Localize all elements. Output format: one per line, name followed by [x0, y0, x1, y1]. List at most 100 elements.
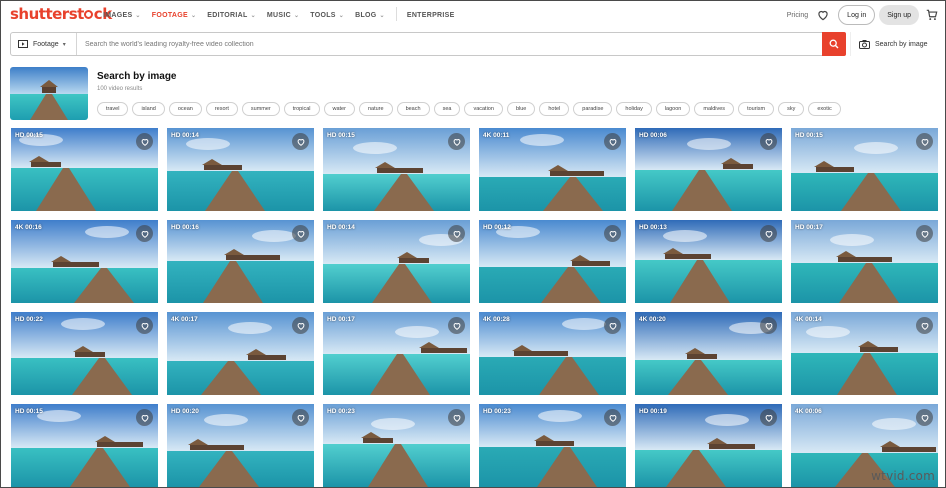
favorite-heart-icon[interactable]	[604, 133, 621, 150]
favorite-heart-icon[interactable]	[760, 317, 777, 334]
tag-island[interactable]: island	[132, 102, 165, 116]
favorites-heart-icon[interactable]	[816, 8, 830, 22]
favorite-heart-icon[interactable]	[448, 317, 465, 334]
search-input[interactable]	[77, 33, 822, 55]
nav-music[interactable]: MUSIC ⌄	[267, 10, 299, 21]
favorite-heart-icon[interactable]	[916, 133, 933, 150]
video-tile[interactable]: HD 00:16	[167, 220, 314, 303]
chevron-down-icon: ⌄	[135, 13, 141, 19]
nav-label: MUSIC	[266, 12, 291, 19]
tag-nature[interactable]: nature	[358, 102, 393, 116]
shutterstock-logo[interactable]: shutterst ck	[10, 5, 112, 23]
favorite-heart-icon[interactable]	[292, 317, 309, 334]
favorite-heart-icon[interactable]	[448, 409, 465, 426]
video-tile[interactable]: 4K 00:20	[635, 312, 782, 395]
favorite-heart-icon[interactable]	[916, 225, 933, 242]
video-tile[interactable]: HD 00:19	[635, 404, 782, 487]
related-tags: travel island ocean resort summer tropical wat…	[97, 102, 845, 116]
favorite-heart-icon[interactable]	[760, 133, 777, 150]
video-tile[interactable]: 4K 00:11	[479, 128, 626, 211]
video-tile[interactable]: HD 00:13	[635, 220, 782, 303]
video-tile[interactable]: HD 00:14	[167, 128, 314, 211]
tag-lagoon[interactable]: lagoon	[655, 102, 691, 116]
nav-footage[interactable]: FOOTAGE ⌄	[152, 10, 197, 21]
log-in-button[interactable]: Log in	[838, 5, 876, 25]
video-tile[interactable]: HD 00:17	[323, 312, 470, 395]
favorite-heart-icon[interactable]	[136, 133, 153, 150]
video-tile[interactable]: 4K 00:28	[479, 312, 626, 395]
cart-icon[interactable]	[925, 8, 939, 22]
sign-up-button[interactable]: Sign up	[879, 5, 919, 25]
nav-label: BLOG	[355, 12, 377, 19]
favorite-heart-icon[interactable]	[292, 409, 309, 426]
video-resolution-duration: HD 00:15	[327, 132, 355, 139]
video-tile[interactable]: 4K 00:14	[791, 312, 938, 395]
tag-holiday[interactable]: holiday	[616, 102, 652, 116]
pricing-link[interactable]: Pricing	[787, 12, 808, 19]
tag-exotic[interactable]: exotic	[808, 102, 841, 116]
results-count: 100 video results	[97, 86, 143, 92]
video-tile[interactable]: HD 00:23	[323, 404, 470, 487]
tag-beach[interactable]: beach	[396, 102, 430, 116]
tag-tourism[interactable]: tourism	[738, 102, 775, 116]
uploaded-image-thumbnail[interactable]	[10, 67, 88, 120]
tag-sea[interactable]: sea	[433, 102, 461, 116]
nav-label: EDITORIAL	[207, 12, 248, 19]
video-tile[interactable]: HD 00:06	[635, 128, 782, 211]
video-resolution-duration: HD 00:14	[171, 132, 199, 139]
nav-enterprise[interactable]: ENTERPRISE	[407, 10, 455, 21]
tag-water[interactable]: water	[323, 102, 355, 116]
video-resolution-duration: HD 00:15	[15, 132, 43, 139]
tag-paradise[interactable]: paradise	[573, 102, 613, 116]
favorite-heart-icon[interactable]	[916, 409, 933, 426]
tag-travel[interactable]: travel	[97, 102, 129, 116]
tag-ocean[interactable]: ocean	[168, 102, 202, 116]
video-tile[interactable]: HD 00:14	[323, 220, 470, 303]
nav-images[interactable]: IMAGES ⌄	[103, 10, 141, 21]
media-type-dropdown[interactable]: Footage ▾	[11, 33, 77, 55]
video-tile[interactable]: HD 00:15	[791, 128, 938, 211]
favorite-heart-icon[interactable]	[760, 225, 777, 242]
tag-tropical[interactable]: tropical	[283, 102, 320, 116]
video-tile[interactable]: HD 00:17	[791, 220, 938, 303]
favorite-heart-icon[interactable]	[136, 317, 153, 334]
tag-sky[interactable]: sky	[778, 102, 805, 116]
search-by-image-button[interactable]: Search by image	[850, 32, 940, 56]
video-tile[interactable]: HD 00:23	[479, 404, 626, 487]
video-tile[interactable]: 4K 00:16	[11, 220, 158, 303]
video-resolution-duration: HD 00:23	[327, 408, 355, 415]
nav-editorial[interactable]: EDITORIAL ⌄	[207, 10, 256, 21]
favorite-heart-icon[interactable]	[292, 133, 309, 150]
video-resolution-duration: HD 00:22	[15, 316, 43, 323]
favorite-heart-icon[interactable]	[292, 225, 309, 242]
tag-hotel[interactable]: hotel	[539, 102, 570, 116]
tag-resort[interactable]: resort	[205, 102, 238, 116]
favorite-heart-icon[interactable]	[916, 317, 933, 334]
favorite-heart-icon[interactable]	[136, 409, 153, 426]
video-tile[interactable]: HD 00:12	[479, 220, 626, 303]
video-tile[interactable]: HD 00:15	[11, 128, 158, 211]
tag-maldives[interactable]: maldives	[694, 102, 735, 116]
video-tile[interactable]: 4K 00:17	[167, 312, 314, 395]
video-resolution-duration: 4K 00:16	[15, 224, 42, 231]
favorite-heart-icon[interactable]	[604, 225, 621, 242]
tag-summer[interactable]: summer	[241, 102, 280, 116]
nav-blog[interactable]: BLOG ⌄	[355, 10, 385, 21]
favorite-heart-icon[interactable]	[448, 133, 465, 150]
video-tile[interactable]: HD 00:15	[323, 128, 470, 211]
favorite-heart-icon[interactable]	[604, 317, 621, 334]
video-tile[interactable]: HD 00:20	[167, 404, 314, 487]
favorite-heart-icon[interactable]	[604, 409, 621, 426]
video-tile[interactable]: HD 00:22	[11, 312, 158, 395]
search-button[interactable]	[822, 32, 846, 56]
nav-tools[interactable]: TOOLS ⌄	[310, 10, 344, 21]
favorite-heart-icon[interactable]	[760, 409, 777, 426]
tag-blue[interactable]: blue	[506, 102, 536, 116]
chevron-down-icon: ⌄	[250, 13, 256, 19]
favorite-heart-icon[interactable]	[448, 225, 465, 242]
video-tile[interactable]: HD 00:15	[11, 404, 158, 487]
tag-vacation[interactable]: vacation	[464, 102, 503, 116]
favorite-heart-icon[interactable]	[136, 225, 153, 242]
video-resolution-duration: HD 00:20	[171, 408, 199, 415]
camera-icon	[859, 39, 870, 49]
